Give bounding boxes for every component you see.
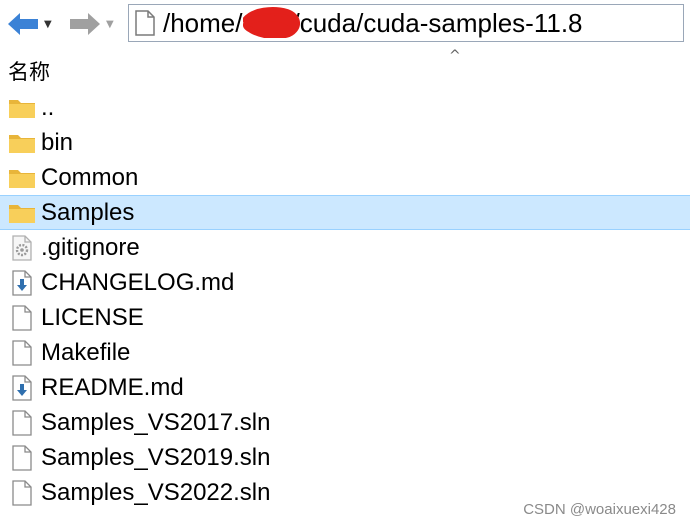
- back-button[interactable]: ▼: [6, 10, 62, 38]
- file-name: Samples_VS2019.sln: [41, 443, 271, 471]
- file-name: Samples_VS2017.sln: [41, 408, 271, 436]
- file-name: Common: [41, 163, 139, 191]
- address-path-suffix: /cuda/cuda-samples-11.8: [292, 7, 583, 38]
- blank-file-icon: [8, 479, 36, 506]
- redaction-scribble: [243, 6, 300, 38]
- file-name: ..: [41, 93, 55, 121]
- settings-file-icon: [8, 234, 36, 261]
- folder-icon: [8, 130, 36, 156]
- forward-dropdown-icon[interactable]: ▼: [106, 19, 114, 30]
- file-row[interactable]: Samples_VS2017.sln: [0, 405, 690, 440]
- back-arrow-icon: [8, 13, 38, 35]
- file-row[interactable]: LICENSE: [0, 300, 690, 335]
- file-row[interactable]: .gitignore: [0, 230, 690, 265]
- document-icon: [135, 10, 155, 36]
- toolbar: ▼ ▼ /home/ /cuda/cuda-samples-11.8: [0, 0, 690, 48]
- file-name: LICENSE: [41, 303, 144, 331]
- file-row[interactable]: README.md: [0, 370, 690, 405]
- folder-icon: [8, 200, 36, 226]
- file-name: Makefile: [41, 338, 131, 366]
- blank-file-icon: [8, 444, 36, 471]
- sort-ascending-icon[interactable]: ^: [449, 48, 461, 64]
- file-name: Samples_VS2022.sln: [41, 478, 271, 506]
- address-path[interactable]: /home/ /cuda/cuda-samples-11.8: [163, 6, 583, 39]
- file-row[interactable]: bin: [0, 125, 690, 160]
- download-file-icon: [8, 269, 36, 296]
- file-name: Samples: [41, 198, 135, 226]
- file-row[interactable]: Common: [0, 160, 690, 195]
- file-row[interactable]: Samples: [0, 195, 690, 230]
- file-row[interactable]: Makefile: [0, 335, 690, 370]
- file-list: .. bin Common Samples .gitignore CHANGELOG.md…: [0, 90, 690, 510]
- address-path-prefix: /home/: [163, 7, 243, 38]
- back-dropdown-icon[interactable]: ▼: [44, 19, 52, 30]
- file-row[interactable]: CHANGELOG.md: [0, 265, 690, 300]
- column-header-name[interactable]: 名称: [8, 56, 50, 86]
- folder-icon: [8, 165, 36, 191]
- file-name: CHANGELOG.md: [41, 268, 235, 296]
- blank-file-icon: [8, 409, 36, 436]
- folder-icon: [8, 95, 36, 121]
- blank-file-icon: [8, 304, 36, 331]
- address-bar[interactable]: /home/ /cuda/cuda-samples-11.8: [128, 4, 684, 42]
- file-row[interactable]: ..: [0, 90, 690, 125]
- download-file-icon: [8, 374, 36, 401]
- file-name: .gitignore: [41, 233, 140, 261]
- file-row[interactable]: Samples_VS2019.sln: [0, 440, 690, 475]
- watermark: CSDN @woaixuexi428: [523, 501, 676, 518]
- blank-file-icon: [8, 339, 36, 366]
- file-name: README.md: [41, 373, 184, 401]
- forward-arrow-icon: [70, 13, 100, 35]
- forward-button[interactable]: ▼: [68, 10, 124, 38]
- file-name: bin: [41, 128, 74, 156]
